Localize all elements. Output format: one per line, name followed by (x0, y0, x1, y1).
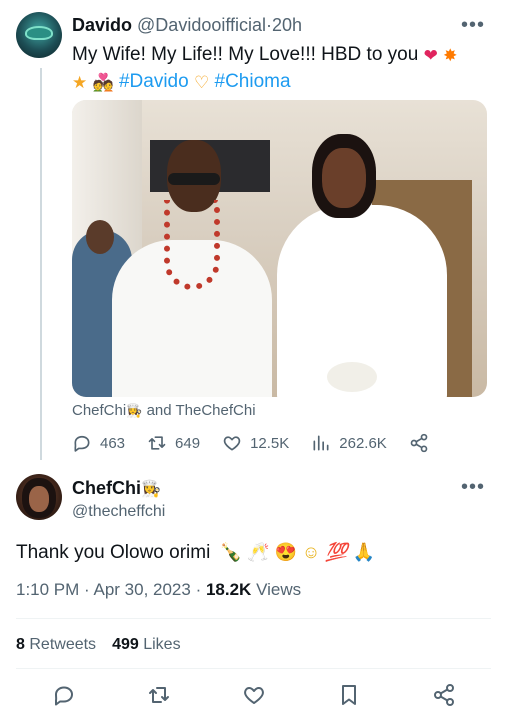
share-button[interactable] (409, 433, 429, 453)
chef-emoji-icon-2: 👩‍🍳 (141, 481, 161, 498)
davido-avatar[interactable] (16, 12, 62, 58)
likes-label: Likes (143, 636, 181, 653)
tweet-timestamp-time[interactable]: 1:10 PM (16, 580, 79, 599)
reply-emojis: 🍾 🥂 😍 ☺ 💯 🙏 (220, 542, 376, 562)
folded-hands-icon: 🙏 (352, 542, 376, 562)
author-name-2[interactable]: ChefChi👩‍🍳 (72, 478, 161, 499)
author-name[interactable]: Davido (72, 15, 132, 35)
more-options-icon-2[interactable]: ••• (461, 476, 485, 499)
views-label: Views (256, 580, 302, 599)
tweet-text-body: My Wife! My Life!! My Love!!! HBD to you (72, 44, 419, 65)
author-handle[interactable]: @Davidooifficial (137, 15, 266, 35)
views-count: 262.6K (339, 434, 387, 452)
heart-icon (223, 436, 241, 451)
retweets-count: 8 (16, 636, 25, 653)
heart-icon-2[interactable] (242, 683, 266, 707)
divider-2 (16, 668, 491, 669)
retweet-icon-2[interactable] (147, 683, 171, 707)
photo-bouquet (327, 362, 377, 392)
star-emoji-icon: ★ (72, 73, 88, 92)
tagged-user-1: ChefChi (72, 402, 127, 419)
photo-sunglasses (168, 173, 220, 185)
hashtag-chioma[interactable]: #Chioma (215, 71, 291, 92)
retweets-label: Retweets (29, 636, 97, 653)
retweet-count: 649 (175, 434, 201, 452)
hashtag-davido[interactable]: #Davido (119, 71, 189, 92)
smiling-face-icon: ☺ (301, 542, 321, 562)
tweet-header: Davido @Davidooifficial·20h (72, 14, 302, 36)
engagement-stats: 8 Retweets 499 Likes (16, 636, 181, 654)
author-name-text: ChefChi (72, 478, 141, 498)
views-chart-icon (313, 435, 329, 451)
reply-tweet-text: Thank you Olowo orimi 🍾 🥂 😍 ☺ 💯 🙏 (16, 538, 375, 567)
reply-text-body: Thank you Olowo orimi (16, 542, 211, 563)
red-heart-emoji-icon: ❤ (423, 46, 438, 65)
reply-icon-2[interactable] (52, 683, 76, 707)
tweet-text: My Wife! My Life!! My Love!!! HBD to you… (72, 42, 492, 96)
clinking-glasses-icon: 🥂 (247, 542, 270, 562)
more-options-icon[interactable]: ••• (461, 14, 485, 37)
reply-button[interactable]: 463 (72, 433, 125, 453)
retweet-icon (148, 436, 166, 450)
avatar-mask-graphic (25, 26, 53, 40)
retweet-button[interactable]: 649 (147, 433, 200, 453)
bookmark-icon[interactable] (337, 683, 361, 707)
parent-tweet[interactable]: Davido @Davidooifficial·20h ••• My Wife!… (0, 0, 507, 470)
photo-bride-face (322, 148, 366, 208)
couple-with-heart-emoji-icon: 💑 (92, 73, 114, 92)
reply-icon (74, 435, 90, 452)
photo-guest-head (86, 220, 114, 254)
bottle-with-popping-cork-icon: 🍾 (219, 542, 242, 562)
collision-emoji-icon: ✸ (443, 46, 458, 65)
author-handle-2[interactable]: @thecheffchi (72, 503, 165, 521)
tweet-photo[interactable] (72, 100, 487, 397)
chef-emoji-icon: 👩‍🍳 (126, 403, 143, 418)
share-icon (410, 433, 428, 453)
photo-coral-beads (164, 200, 220, 290)
tweet-actions: 463 649 12.5K 262.6K (72, 430, 492, 456)
hundred-points-icon: 💯 (325, 542, 348, 562)
heart-hands-emoji-icon: ♡ (193, 73, 210, 92)
heart-eyes-face-icon: 😍 (274, 542, 297, 562)
tweet-meta: 1:10 PM · Apr 30, 2023 · 18.2K Views (16, 580, 302, 599)
reply-tweet-actions (16, 680, 491, 710)
like-count: 12.5K (250, 434, 290, 452)
divider (16, 618, 491, 619)
retweets-stat[interactable]: 8 Retweets (16, 636, 96, 653)
views-button[interactable]: 262.6K (311, 433, 387, 453)
tagged-user-2: and TheChefChi (146, 402, 256, 419)
chefchi-avatar[interactable] (16, 474, 62, 520)
likes-stat[interactable]: 499 Likes (112, 636, 181, 653)
avatar-face (29, 486, 49, 512)
reply-count: 463 (100, 434, 126, 452)
share-icon-2[interactable] (432, 683, 456, 707)
tweet-timestamp-date[interactable]: Apr 30, 2023 (93, 580, 190, 599)
like-button[interactable]: 12.5K (222, 433, 289, 453)
tagged-users[interactable]: ChefChi👩‍🍳 and TheChefChi (72, 402, 256, 419)
views-count-2: 18.2K (205, 580, 252, 599)
likes-count: 499 (112, 636, 139, 653)
tweet-time[interactable]: 20h (272, 15, 302, 35)
